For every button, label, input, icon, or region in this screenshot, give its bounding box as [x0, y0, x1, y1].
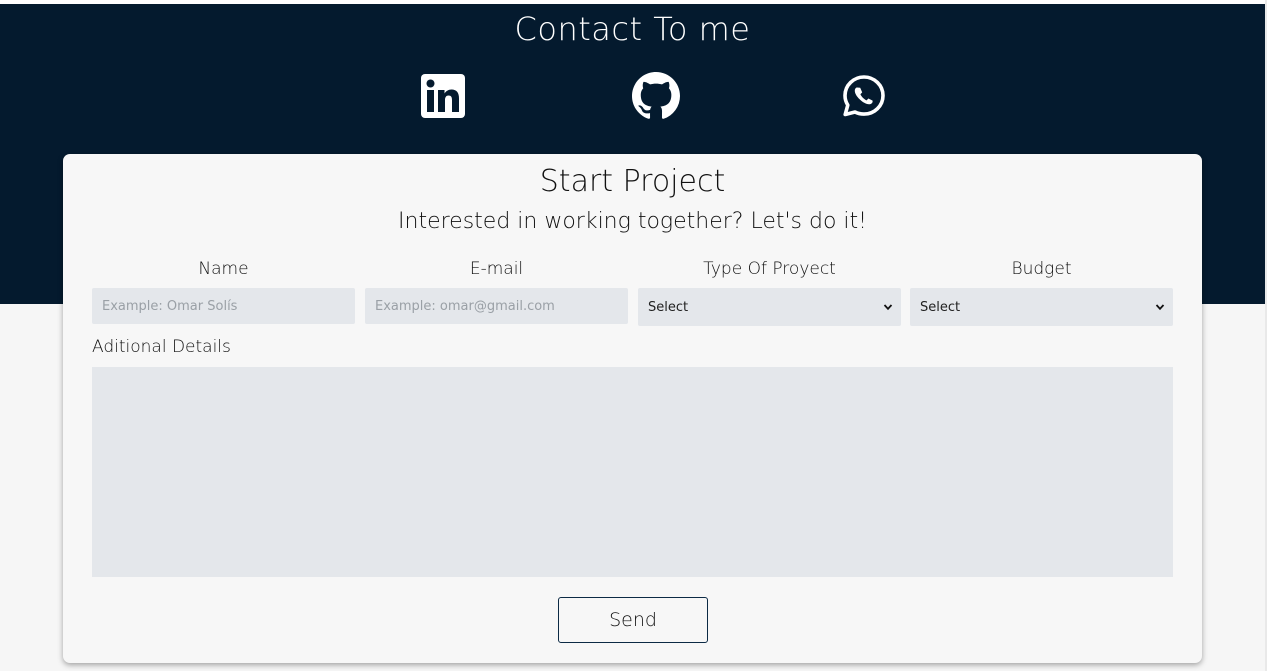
project-type-field-group: Type Of Proyect Select: [638, 258, 901, 326]
linkedin-icon: [421, 74, 465, 118]
details-label: Aditional Details: [92, 337, 231, 357]
budget-label: Budget: [1011, 259, 1072, 279]
name-label: Name: [198, 259, 249, 279]
form-subtitle: Interested in working together? Let's do…: [398, 209, 867, 234]
whatsapp-icon: [842, 74, 886, 118]
linkedin-link[interactable]: [417, 70, 469, 122]
whatsapp-link[interactable]: [838, 70, 890, 122]
name-field-group: Name: [92, 258, 355, 324]
form-title: Start Project: [539, 164, 726, 199]
github-link[interactable]: [630, 70, 682, 122]
project-type-select[interactable]: Select: [638, 288, 901, 326]
start-project-form: Start Project Interested in working toge…: [63, 154, 1202, 663]
details-textarea[interactable]: [92, 367, 1173, 577]
budget-select[interactable]: Select: [910, 288, 1173, 326]
github-icon: [632, 72, 680, 120]
contact-title: Contact To me: [514, 10, 751, 48]
email-label: E-mail: [469, 259, 524, 279]
project-type-label: Type Of Proyect: [703, 259, 836, 279]
email-input[interactable]: [365, 288, 628, 324]
email-field-group: E-mail: [365, 258, 628, 324]
budget-field-group: Budget Select: [910, 258, 1173, 326]
send-button[interactable]: Send: [558, 597, 708, 643]
name-input[interactable]: [92, 288, 355, 324]
